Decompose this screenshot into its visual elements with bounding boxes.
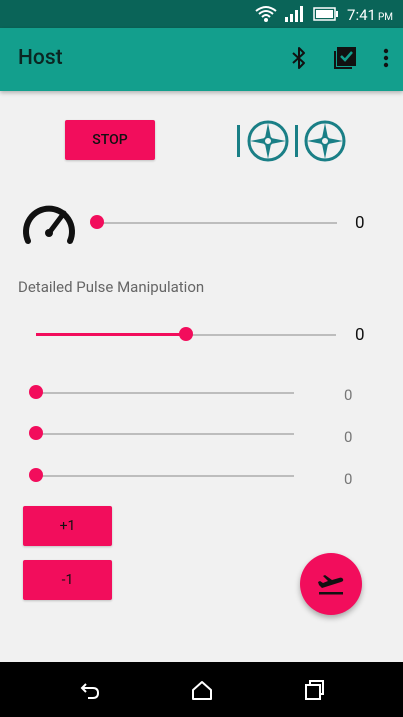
recents-icon[interactable]	[302, 678, 326, 702]
speedometer-icon	[23, 205, 75, 244]
channel-value-1: 0	[344, 386, 353, 404]
increment-button[interactable]: +1	[23, 506, 112, 546]
slider-thumb[interactable]	[29, 426, 43, 440]
status-clock: 7:41 PM	[347, 5, 393, 24]
app-bar-actions	[291, 46, 389, 70]
decrement-button[interactable]: -1	[23, 560, 112, 600]
channel-slider-2[interactable]	[29, 426, 294, 442]
clock-ampm: PM	[377, 11, 393, 23]
channel-slider-3[interactable]	[29, 468, 294, 484]
wifi-icon	[255, 6, 277, 22]
master-value: 0	[355, 325, 365, 345]
master-slider[interactable]	[36, 327, 336, 343]
slider-fill	[36, 333, 186, 336]
home-icon[interactable]	[190, 678, 214, 702]
checklist-icon[interactable]	[333, 46, 357, 70]
slider-track	[36, 392, 294, 394]
slider-track	[36, 433, 294, 435]
propeller-icon[interactable]	[236, 119, 352, 163]
channel-value-2: 0	[344, 428, 353, 446]
section-label: Detailed Pulse Manipulation	[18, 278, 205, 296]
signal-icon	[285, 6, 304, 22]
speed-slider[interactable]	[90, 215, 337, 231]
slider-track	[97, 222, 337, 224]
bluetooth-icon[interactable]	[291, 46, 307, 70]
takeoff-fab[interactable]	[300, 553, 362, 615]
channel-slider-1[interactable]	[29, 385, 294, 401]
navigation-bar	[0, 662, 403, 717]
slider-track	[36, 475, 294, 477]
clock-time: 7:41	[347, 5, 376, 24]
slider-thumb[interactable]	[179, 327, 193, 341]
back-icon[interactable]	[78, 678, 102, 702]
more-vert-icon[interactable]	[383, 48, 389, 68]
app-bar: Host	[0, 28, 403, 91]
slider-thumb[interactable]	[29, 468, 43, 482]
slider-thumb[interactable]	[29, 385, 43, 399]
speed-value: 0	[355, 213, 365, 233]
app-title: Host	[18, 46, 63, 70]
slider-thumb[interactable]	[90, 215, 104, 229]
status-icons: 7:41 PM	[255, 4, 393, 24]
status-bar: 7:41 PM	[0, 0, 403, 28]
battery-icon	[313, 7, 339, 21]
stop-button[interactable]: STOP	[65, 120, 155, 160]
flight-takeoff-icon	[318, 575, 344, 595]
channel-value-3: 0	[344, 470, 353, 488]
